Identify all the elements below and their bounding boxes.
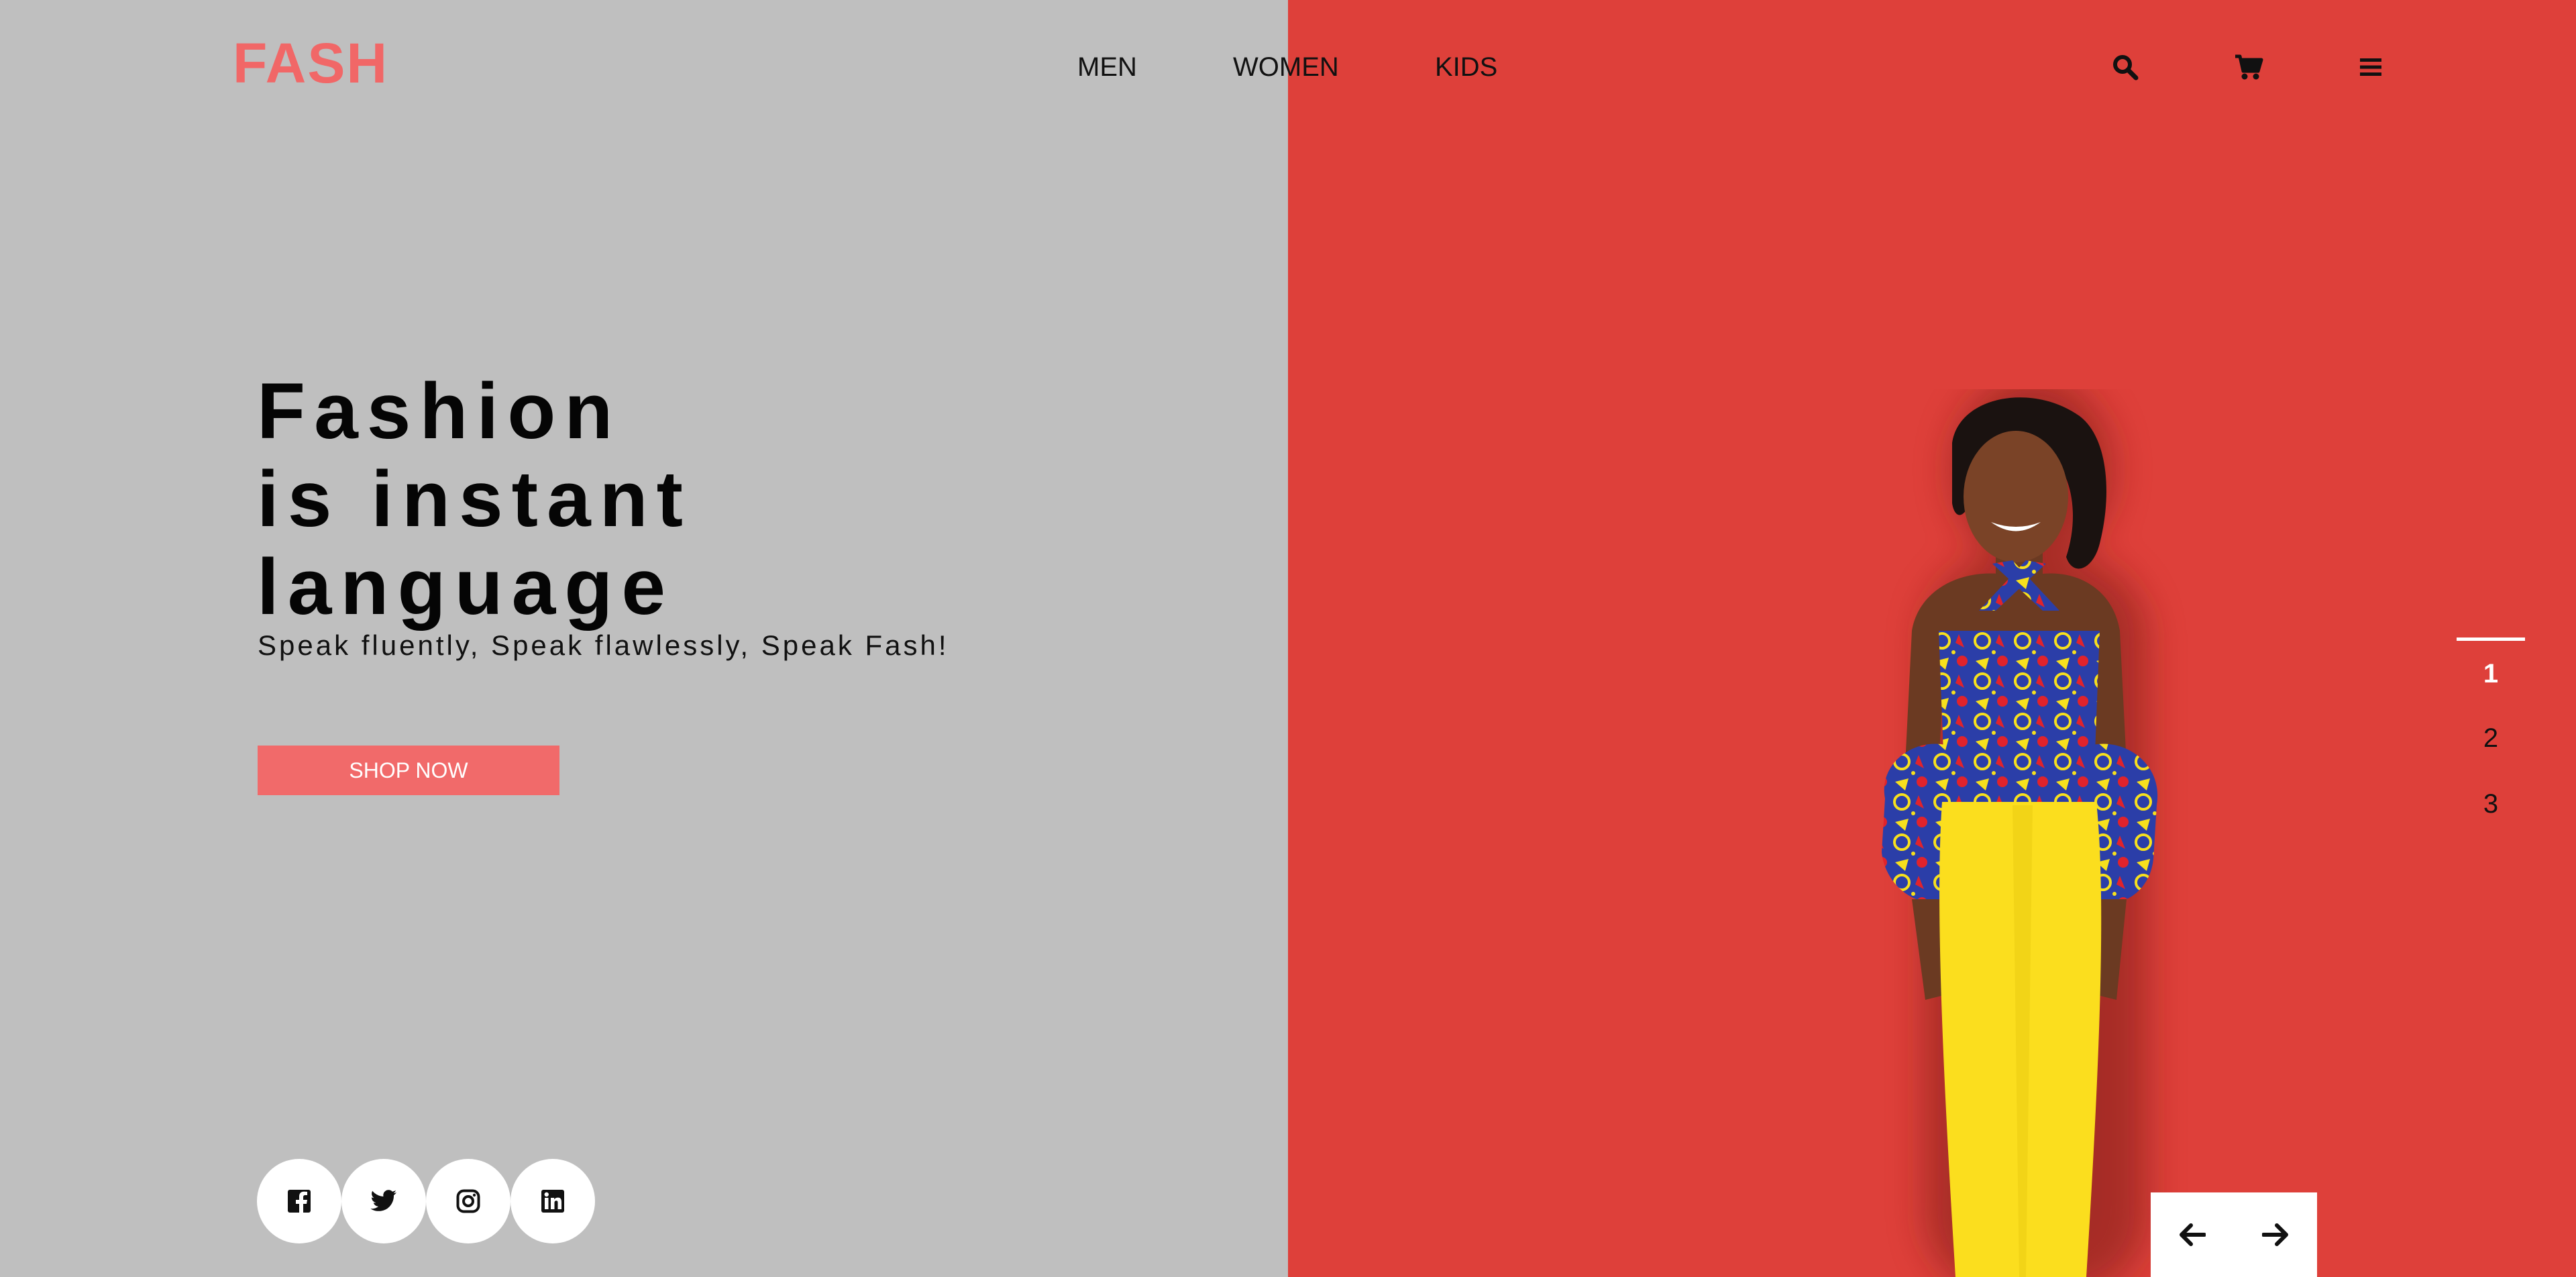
hero-title-line-3: language	[257, 543, 674, 631]
shop-now-button[interactable]: SHOP NOW	[258, 746, 559, 795]
linkedin-icon[interactable]	[511, 1159, 595, 1243]
nav-item-women[interactable]: WOMEN	[1233, 54, 1339, 81]
slide-page-1[interactable]: 1	[2464, 659, 2518, 689]
slide-page-2[interactable]: 2	[2464, 723, 2518, 754]
slide-page-3[interactable]: 3	[2464, 789, 2518, 819]
model-image	[1811, 376, 2267, 1277]
nav-item-men[interactable]: MEN	[1077, 54, 1137, 81]
arrow-left-icon[interactable]	[2151, 1192, 2234, 1277]
cart-icon[interactable]	[2230, 48, 2267, 86]
slide-indicator-line	[2457, 637, 2525, 641]
search-icon[interactable]	[2106, 48, 2144, 86]
hero-title-line-1: Fashion	[257, 367, 622, 456]
menu-icon[interactable]	[2352, 48, 2390, 86]
instagram-icon[interactable]	[426, 1159, 511, 1243]
logo[interactable]: FASH	[233, 35, 388, 91]
social-links	[257, 1159, 595, 1243]
facebook-icon[interactable]	[257, 1159, 341, 1243]
page: FASH MEN WOMEN KIDS Fashion is instant l…	[0, 0, 2576, 1277]
nav-item-kids[interactable]: KIDS	[1435, 54, 1497, 81]
twitter-icon[interactable]	[341, 1159, 426, 1243]
slider-arrows	[2151, 1192, 2317, 1277]
arrow-right-icon[interactable]	[2234, 1192, 2317, 1277]
hero-title-line-2: is instant	[257, 455, 692, 544]
hero-subtitle: Speak fluently, Speak flawlessly, Speak …	[258, 629, 949, 661]
hero-title: Fashion is instant language	[257, 368, 692, 631]
